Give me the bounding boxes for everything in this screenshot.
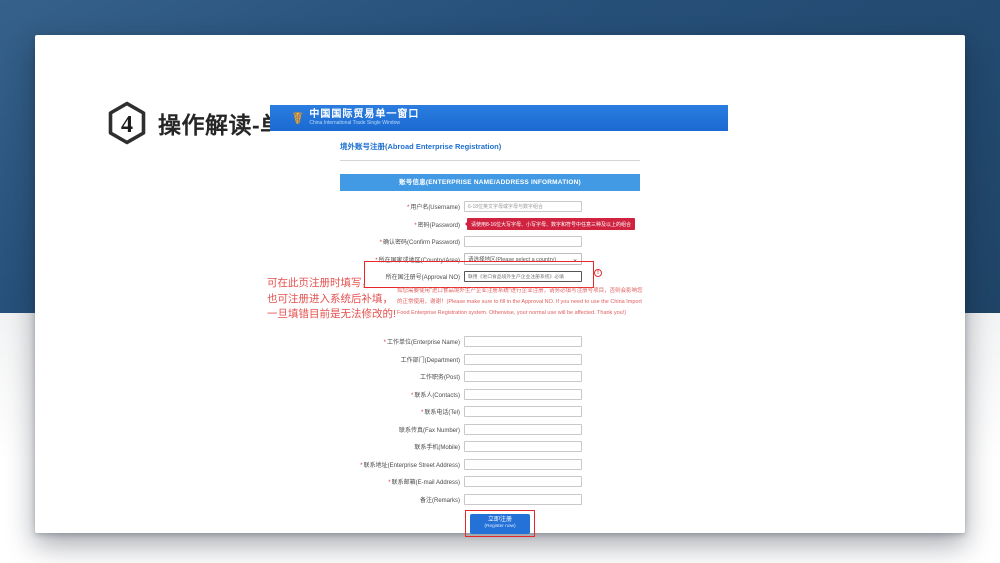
text-input[interactable] bbox=[464, 476, 582, 487]
field-control: 请使用8-16位大写字母、小写字母、数字和符号中任意三种及以上的组合 bbox=[464, 218, 635, 230]
field-control bbox=[464, 336, 582, 347]
text-input[interactable] bbox=[464, 236, 582, 247]
field-label: *所在国家或地区(Country/Area) bbox=[340, 255, 464, 264]
field-label: *密码(Password) bbox=[340, 220, 464, 229]
required-asterisk: * bbox=[407, 205, 409, 211]
field-control bbox=[464, 371, 582, 382]
slide: 4 操作解读-单一窗口注册 可在此页注册时填写， 也可注册进入系统后补填， 一旦… bbox=[0, 0, 1000, 563]
field-control bbox=[464, 494, 582, 505]
registration-page-title: 境外账号注册(Abroad Enterprise Registration) bbox=[340, 141, 501, 152]
annotation-line: 一旦填错目前是无法修改的! bbox=[267, 307, 417, 323]
customs-caduceus-icon: ☤ bbox=[292, 110, 303, 127]
field-label: 工作职务(Post) bbox=[340, 372, 464, 381]
field-control bbox=[464, 389, 582, 400]
field-label: *联系邮箱(E-mail Address) bbox=[340, 477, 464, 486]
text-input[interactable] bbox=[464, 441, 582, 452]
required-asterisk: * bbox=[380, 240, 382, 246]
form-row: 工作职务(Post) bbox=[340, 368, 640, 386]
text-input[interactable] bbox=[464, 494, 582, 505]
form-row: 联系手机(Mobile) bbox=[340, 438, 640, 456]
field-control: 请选择地区(Please select a country) ⌄ bbox=[464, 253, 582, 265]
required-asterisk: * bbox=[375, 258, 377, 264]
site-brand: 中国国际贸易单一窗口 China International Trade Sin… bbox=[309, 109, 419, 127]
form-row: *密码(Password)请使用8-16位大写字母、小写字母、数字和符号中任意三… bbox=[340, 216, 640, 234]
required-asterisk: * bbox=[388, 480, 390, 486]
annotation-line: 可在此页注册时填写， bbox=[267, 276, 417, 292]
field-label: 备注(Remarks) bbox=[340, 495, 464, 504]
register-button[interactable]: 立即注册 (Register now) bbox=[470, 514, 530, 534]
divider bbox=[340, 160, 640, 161]
form-row: 备注(Remarks) bbox=[340, 491, 640, 509]
field-label: *确认密码(Confirm Password) bbox=[340, 237, 464, 246]
required-asterisk: * bbox=[384, 340, 386, 346]
text-input[interactable] bbox=[464, 336, 582, 347]
text-input[interactable] bbox=[464, 389, 582, 400]
svg-text:4: 4 bbox=[121, 112, 133, 138]
field-control bbox=[464, 441, 582, 452]
text-input[interactable] bbox=[464, 354, 582, 365]
form-row: *联系电话(Tel) bbox=[340, 403, 640, 421]
form-row: *联系地址(Enterprise Street Address) bbox=[340, 456, 640, 474]
required-asterisk: * bbox=[360, 463, 362, 469]
field-label: 联系传真(Fax Number) bbox=[340, 425, 464, 434]
field-label: *联系地址(Enterprise Street Address) bbox=[340, 460, 464, 469]
field-control bbox=[464, 406, 582, 417]
form-row: *用户名(Username)6-18位英文字母或字母与数字组合 bbox=[340, 198, 640, 216]
annotation-note: 可在此页注册时填写， 也可注册进入系统后补填， 一旦填错目前是无法修改的! bbox=[267, 276, 417, 323]
approval-note: 如您需要使用“进口食品境外生产企业注册系统”进行企业注册，请务必填写注册号项目，… bbox=[397, 286, 645, 320]
country-select[interactable]: 请选择地区(Please select a country) ⌄ bbox=[464, 253, 582, 265]
form-row: *联系邮箱(E-mail Address) bbox=[340, 473, 640, 491]
annotation-line: 也可注册进入系统后补填， bbox=[267, 292, 417, 308]
field-control: 6-18位英文字母或字母与数字组合 bbox=[464, 201, 582, 212]
form-row: *联系人(Contacts) bbox=[340, 386, 640, 404]
form-row: 联系传真(Fax Number) bbox=[340, 421, 640, 439]
form-row: *工作单位(Enterprise Name) bbox=[340, 333, 640, 351]
text-input[interactable] bbox=[464, 371, 582, 382]
field-control bbox=[464, 459, 582, 470]
field-label: *用户名(Username) bbox=[340, 202, 464, 211]
form-row: *所在国家或地区(Country/Area)请选择地区(Please selec… bbox=[340, 251, 640, 269]
field-control bbox=[464, 236, 582, 247]
approval-no-input[interactable]: 联用《进口食品境外生产企业注册系统》必填 bbox=[464, 271, 582, 282]
select-value: 请选择地区(Please select a country) bbox=[468, 255, 556, 263]
slide-number-hexagon-icon: 4 bbox=[107, 101, 147, 145]
text-input[interactable] bbox=[464, 459, 582, 470]
site-header: ☤ 中国国际贸易单一窗口 China International Trade S… bbox=[270, 105, 728, 131]
form-row: *确认密码(Confirm Password) bbox=[340, 233, 640, 251]
text-input[interactable]: 6-18位英文字母或字母与数字组合 bbox=[464, 201, 582, 212]
field-control bbox=[464, 424, 582, 435]
field-label: *联系电话(Tel) bbox=[340, 407, 464, 416]
required-asterisk: * bbox=[421, 410, 423, 416]
contact-info-rows: *工作单位(Enterprise Name) 工作部门(Department) 工作… bbox=[340, 333, 640, 508]
slide-card: 4 操作解读-单一窗口注册 可在此页注册时填写， 也可注册进入系统后补填， 一旦… bbox=[35, 35, 965, 533]
register-button-label-en: (Register now) bbox=[484, 524, 515, 530]
field-control bbox=[464, 476, 582, 487]
field-label: 联系手机(Mobile) bbox=[340, 442, 464, 451]
chevron-down-icon: ⌄ bbox=[572, 256, 578, 263]
password-hint-badge: 请使用8-16位大写字母、小写字母、数字和符号中任意三种及以上的组合 bbox=[467, 218, 635, 230]
site-brand-cn: 中国国际贸易单一窗口 bbox=[309, 109, 419, 120]
required-asterisk: * bbox=[411, 393, 413, 399]
section-header: 账号信息(ENTERPRISE NAME/ADDRESS INFORMATION… bbox=[340, 174, 640, 191]
register-highlight-box: 立即注册 (Register now) bbox=[465, 510, 535, 537]
field-label: *工作单位(Enterprise Name) bbox=[340, 337, 464, 346]
form-row: 工作部门(Department) bbox=[340, 351, 640, 369]
field-label: 工作部门(Department) bbox=[340, 355, 464, 364]
field-control bbox=[464, 354, 582, 365]
text-input[interactable] bbox=[464, 406, 582, 417]
field-label: *联系人(Contacts) bbox=[340, 390, 464, 399]
field-control: 联用《进口食品境外生产企业注册系统》必填 bbox=[464, 271, 582, 282]
text-input[interactable] bbox=[464, 424, 582, 435]
warning-icon: ! bbox=[594, 269, 602, 277]
required-asterisk: * bbox=[414, 223, 416, 229]
site-brand-en: China International Trade Single Window bbox=[309, 120, 419, 127]
